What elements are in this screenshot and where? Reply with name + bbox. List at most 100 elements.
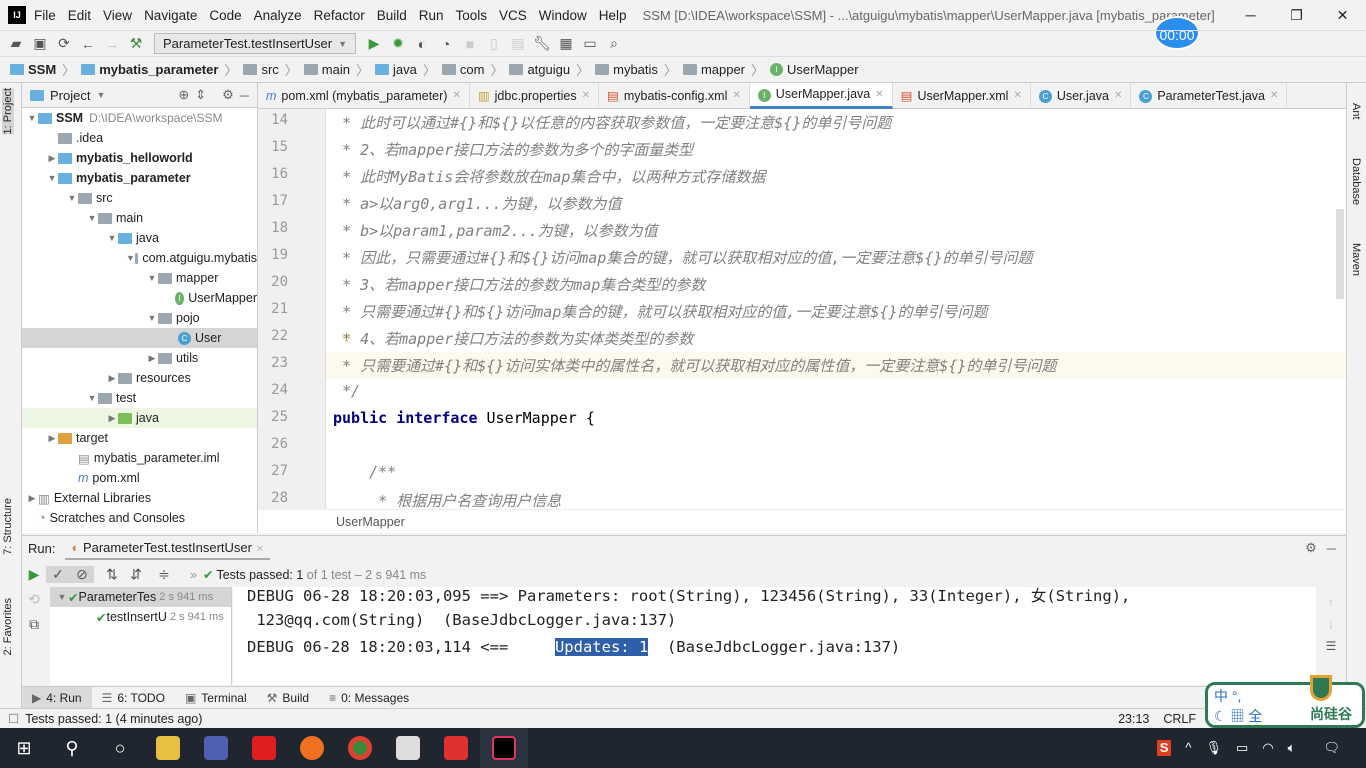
tree-item[interactable]: ◔ Scratches and Consoles — [22, 508, 257, 528]
maven-tool-tab[interactable]: Maven — [1350, 243, 1362, 276]
sdk-icon[interactable]: ▤ — [506, 35, 530, 52]
locate-icon[interactable]: ⊕ — [178, 87, 189, 103]
tree-item[interactable]: ▤ mybatis_parameter.iml — [22, 448, 257, 468]
sync-icon[interactable]: ⟳ — [52, 35, 76, 52]
terminal-icon[interactable]: ▭ — [578, 35, 602, 52]
chrome-icon[interactable] — [336, 728, 384, 768]
menu-help[interactable]: Help — [599, 8, 627, 23]
save-icon[interactable]: ▣ — [28, 35, 52, 52]
menu-vcs[interactable]: VCS — [499, 8, 527, 23]
crumb-ssm[interactable]: SSM — [10, 62, 56, 77]
menu-build[interactable]: Build — [377, 8, 407, 23]
menu-view[interactable]: View — [103, 8, 132, 23]
collapse-icon[interactable]: ⇕ — [195, 87, 206, 103]
line-separator[interactable]: CRLF — [1163, 712, 1196, 726]
tree-item[interactable]: C User — [22, 328, 257, 348]
forward-icon[interactable]: → — [100, 36, 124, 52]
tree-item[interactable]: m pom.xml — [22, 468, 257, 488]
editor-breadcrumb[interactable]: UserMapper — [258, 509, 1346, 533]
status-panel-icon[interactable]: ☐ — [8, 711, 19, 726]
back-icon[interactable]: ← — [76, 36, 100, 52]
ime-fullwidth[interactable]: 全 — [1248, 708, 1262, 724]
project-structure-icon[interactable]: ▦ — [554, 35, 578, 52]
menu-analyze[interactable]: Analyze — [254, 8, 302, 23]
sogou-icon[interactable]: S — [1156, 740, 1172, 756]
crumb-src[interactable]: src — [243, 62, 279, 77]
close-tab-icon[interactable]: ✕ — [875, 89, 883, 100]
close-tab-icon[interactable]: ✕ — [1013, 90, 1021, 101]
device-icon[interactable]: ▯ — [482, 35, 506, 52]
menu-navigate[interactable]: Navigate — [144, 8, 197, 23]
maximize-button[interactable]: ❐ — [1274, 7, 1320, 24]
crumb-main[interactable]: main — [303, 62, 350, 77]
menu-edit[interactable]: Edit — [68, 8, 91, 23]
ant-tool-tab[interactable]: Ant — [1350, 103, 1362, 120]
ime-mode[interactable]: 中 °, — [1214, 686, 1241, 706]
tree-item[interactable]: ▶ ▥ External Libraries — [22, 488, 257, 508]
sort-alpha-icon[interactable]: ⇅ — [100, 566, 124, 583]
tree-item[interactable]: ▼ main — [22, 208, 257, 228]
crumb-module[interactable]: mybatis_parameter — [81, 62, 218, 77]
tree-item[interactable]: I UserMapper — [22, 288, 257, 308]
structure-tool-tab[interactable]: 7: Structure — [2, 498, 14, 555]
tab-mybatis-config-xml[interactable]: ▤ mybatis-config.xml ✕ — [599, 82, 750, 109]
messages-tool-button[interactable]: ≡ 0: Messages — [319, 687, 419, 709]
tab-usermapper-java[interactable]: I UserMapper.java ✕ — [749, 82, 893, 109]
expand-all-icon[interactable]: ≑ — [152, 566, 176, 583]
menu-file[interactable]: File — [34, 8, 56, 23]
ime-toolbar[interactable]: 中 °, ☾ ▦ 全 尚硅谷 — [1205, 675, 1365, 728]
wps-icon[interactable] — [432, 728, 480, 768]
close-tab-icon[interactable]: ✕ — [452, 90, 460, 101]
crumb-com[interactable]: com — [441, 62, 484, 77]
favorites-tool-tab[interactable]: 2: Favorites — [2, 598, 14, 655]
menu-window[interactable]: Window — [539, 8, 587, 23]
more-icon[interactable]: » — [190, 568, 197, 582]
hide-icon[interactable]: ─ — [1327, 541, 1336, 556]
gear-icon[interactable]: ⚙ — [1305, 540, 1317, 556]
test-case-item[interactable]: ✔ testInsertU 2 s 941 ms — [50, 607, 231, 627]
close-button[interactable]: ✕ — [1320, 7, 1366, 24]
intention-bulb-icon[interactable]: 💡︎ — [342, 331, 351, 347]
tree-item[interactable]: ▼ SSM D:\IDEA\workspace\SSM — [22, 108, 257, 128]
code-editor[interactable]: 14 15 16 17 18 19 20 21 22 23 24 25 26 27 28 * 此时可以通过#… — [258, 109, 1346, 509]
settings-wrench-icon[interactable]: 🔧︎ — [530, 35, 554, 52]
run-tool-button[interactable]: ▶ 4: Run — [22, 686, 92, 709]
tree-item[interactable]: ▶ utils — [22, 348, 257, 368]
console-output[interactable]: DEBUG 06-28 18:20:03,095 ==> Parameters:… — [233, 587, 1316, 685]
typora-icon[interactable] — [384, 728, 432, 768]
hide-icon[interactable]: ─ — [240, 88, 249, 103]
menu-refactor[interactable]: Refactor — [314, 8, 365, 23]
run-icon[interactable]: ▶ — [362, 35, 386, 52]
todo-tool-button[interactable]: ☰ 6: TODO — [92, 687, 175, 709]
tree-item[interactable]: ▼ src — [22, 188, 257, 208]
database-tool-tab[interactable]: Database — [1350, 158, 1362, 205]
arrow-up-icon[interactable]: ↑ — [1316, 595, 1346, 609]
battery-icon[interactable]: ▭ — [1236, 740, 1248, 756]
soft-wrap-icon[interactable]: ☰ — [1316, 639, 1346, 653]
search-icon[interactable]: ⚲ — [48, 728, 96, 768]
editor-scrollbar[interactable] — [1336, 209, 1344, 299]
run-tab[interactable]: ◐ ParameterTest.testInsertUser ✕ — [65, 537, 271, 560]
tab-jdbc-properties[interactable]: ▥ jdbc.properties ✕ — [470, 82, 600, 109]
menu-code[interactable]: Code — [209, 8, 241, 23]
tab-parametertest-java[interactable]: C ParameterTest.java ✕ — [1131, 82, 1288, 109]
tree-item[interactable]: ▶ java — [22, 408, 257, 428]
tab-usermapper-xml[interactable]: ▤ UserMapper.xml ✕ — [893, 82, 1031, 109]
tree-item[interactable]: ▼ com.atguigu.mybatis — [22, 248, 257, 268]
sort-duration-icon[interactable]: ⇵ — [124, 566, 148, 583]
run-config-select[interactable]: ParameterTest.testInsertUser ▼ — [154, 33, 356, 54]
status-message[interactable]: Tests passed: 1 (4 minutes ago) — [25, 712, 202, 726]
intellij-taskbar-icon[interactable] — [480, 728, 528, 768]
stop-icon[interactable]: ■ — [458, 36, 482, 52]
close-tab-icon[interactable]: ✕ — [732, 90, 740, 101]
terminal-tool-button[interactable]: ▣ Terminal — [175, 687, 257, 709]
project-tool-tab[interactable]: 1: Project — [2, 88, 14, 135]
app-youdao-icon[interactable] — [240, 728, 288, 768]
build-hammer-icon[interactable]: ⚒ — [124, 35, 148, 52]
start-button[interactable]: ⊞ — [0, 728, 48, 768]
close-tab-icon[interactable]: ✕ — [1114, 90, 1122, 101]
tree-item[interactable]: ▶ resources — [22, 368, 257, 388]
notification-icon[interactable]: 🗨︎ — [1323, 740, 1340, 756]
tree-item[interactable]: ▼ test — [22, 388, 257, 408]
crumb-usermapper[interactable]: I UserMapper — [770, 62, 859, 77]
